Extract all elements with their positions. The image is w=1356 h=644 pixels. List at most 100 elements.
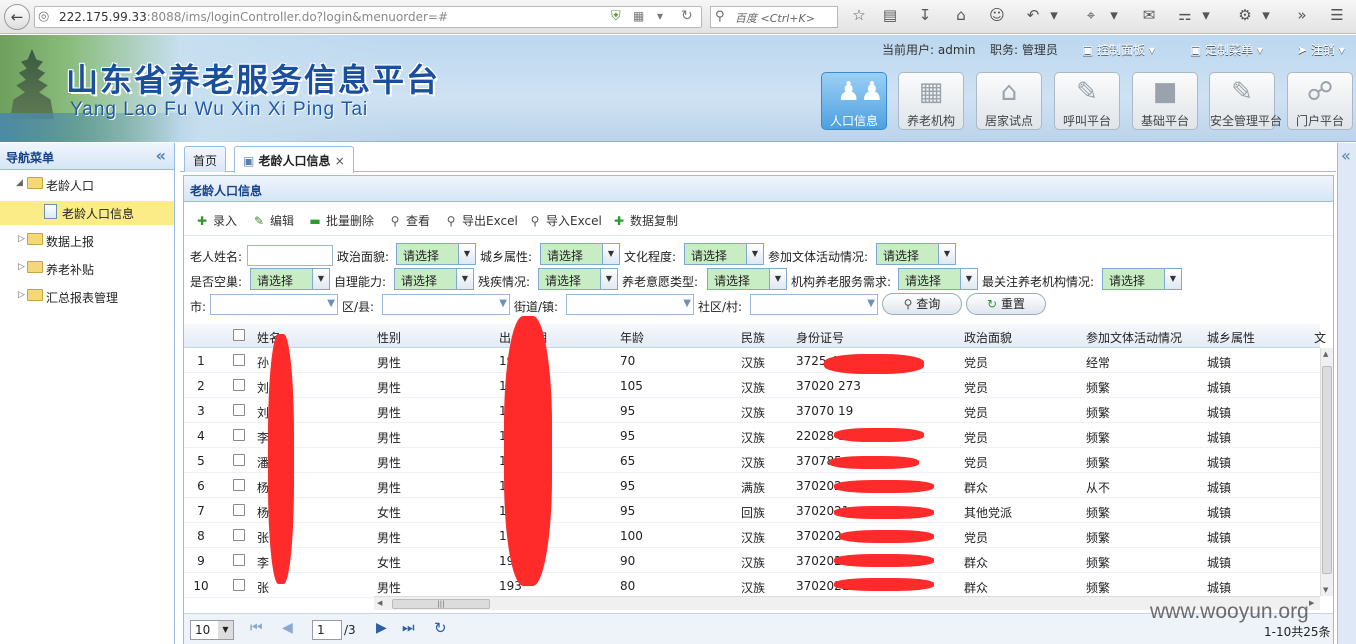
table-row[interactable]: 9李女性19290汉族370202群众频繁城镇 bbox=[184, 548, 1320, 573]
collapsed-arrow-icon[interactable]: ▷ bbox=[18, 262, 25, 272]
col-age[interactable]: 年龄 bbox=[620, 329, 644, 346]
name-input[interactable] bbox=[247, 245, 333, 266]
download-icon[interactable]: ↧ bbox=[915, 6, 935, 24]
care-type-select[interactable]: 请选择 ▼ bbox=[707, 268, 787, 290]
table-row[interactable]: 2刘男性19105汉族37020 273党员频繁城镇 bbox=[184, 373, 1320, 398]
chevron-down-icon[interactable]: ▾ bbox=[1256, 6, 1276, 24]
next-page-icon[interactable]: ▶ bbox=[376, 620, 387, 636]
star-icon[interactable]: ☆ bbox=[849, 6, 869, 24]
county-select[interactable]: ▼ bbox=[382, 294, 510, 315]
table-row[interactable]: 10 张男性 193 80 汉族 3702021 群众 频繁 城镇 bbox=[184, 573, 1320, 598]
table-row[interactable]: 4李男性1995汉族22028 5党员频繁城镇 bbox=[184, 423, 1320, 448]
political-select[interactable]: 请选择 ▼ bbox=[396, 243, 476, 265]
page-size-select[interactable]: 10 ▼ bbox=[190, 620, 234, 640]
custom-menu[interactable]: ▣ 定制菜单 ▾ bbox=[1190, 41, 1263, 58]
scroll-thumb[interactable] bbox=[1322, 366, 1332, 574]
row-checkbox[interactable] bbox=[233, 579, 245, 591]
chevron-down-icon[interactable]: ▾ bbox=[1196, 6, 1216, 24]
reload-icon[interactable]: ↻ bbox=[681, 8, 693, 24]
nav-item-subsidy[interactable]: ▷ 养老补贴 bbox=[0, 257, 174, 281]
selfcare-select[interactable]: 请选择 ▼ bbox=[394, 268, 474, 290]
street-select[interactable]: ▼ bbox=[566, 294, 694, 315]
tools-icon[interactable]: ⚙ bbox=[1235, 6, 1255, 24]
row-checkbox[interactable] bbox=[233, 529, 245, 541]
reset-button[interactable]: ↻ 重置 bbox=[966, 293, 1046, 315]
table-row[interactable]: 7杨女性1995回族3702021其他党派频繁城镇 bbox=[184, 498, 1320, 523]
row-checkbox[interactable] bbox=[233, 504, 245, 516]
urban-select[interactable]: 请选择 ▼ bbox=[540, 243, 620, 265]
table-row[interactable]: 1孙男性1970汉族3725 4936党员经常城镇 bbox=[184, 348, 1320, 373]
col-more[interactable]: 文 bbox=[1314, 329, 1326, 346]
culture-select[interactable]: 请选择 ▼ bbox=[876, 243, 956, 265]
smiley-icon[interactable]: ☺ bbox=[987, 6, 1007, 24]
table-row[interactable]: 3刘男性1995汉族37070 19党员频繁城镇 bbox=[184, 398, 1320, 423]
table-row[interactable]: 6杨男性1995满族370202群众从不城镇 bbox=[184, 473, 1320, 498]
community-select[interactable]: ▼ bbox=[750, 294, 878, 315]
row-checkbox[interactable] bbox=[233, 554, 245, 566]
browser-search-box[interactable]: ⚲ 百度 <Ctrl+K> bbox=[710, 6, 838, 28]
undo-icon[interactable]: ↶ bbox=[1023, 6, 1043, 24]
home-icon[interactable]: ⌂ bbox=[951, 6, 971, 24]
reader-icon[interactable]: ▤ bbox=[880, 6, 900, 24]
first-page-icon[interactable]: ⏮ bbox=[250, 620, 263, 636]
crop-icon[interactable]: ⌖ bbox=[1081, 6, 1101, 24]
city-select[interactable]: ▼ bbox=[210, 294, 338, 315]
collapse-right-icon[interactable]: « bbox=[1341, 146, 1351, 165]
collapse-left-icon[interactable]: « bbox=[156, 146, 166, 165]
row-checkbox[interactable] bbox=[233, 454, 245, 466]
module-people-info[interactable]: ♟♟ 人口信息 bbox=[821, 72, 887, 130]
chevron-down-icon[interactable]: ▾ bbox=[1104, 6, 1124, 24]
module-institutions[interactable]: ▦ 养老机构 bbox=[898, 72, 964, 130]
module-base-platform[interactable]: ■ 基础平台 bbox=[1132, 72, 1198, 130]
control-panel-menu[interactable]: ▣ 控制面板 ▾ bbox=[1082, 41, 1155, 58]
service-need-select[interactable]: 请选择 ▼ bbox=[898, 268, 978, 290]
scroll-left-icon[interactable]: ◀ bbox=[377, 599, 382, 607]
nav-item-summary-report[interactable]: ▷ 汇总报表管理 bbox=[0, 285, 174, 309]
add-button[interactable]: ✚ 录入 bbox=[194, 212, 237, 229]
module-portal[interactable]: ☍ 门户平台 bbox=[1287, 72, 1353, 130]
view-button[interactable]: ⚲ 查看 bbox=[387, 212, 430, 229]
module-call-platform[interactable]: ✎ 呼叫平台 bbox=[1054, 72, 1120, 130]
tab-elderly-info[interactable]: ▣ 老龄人口信息 × bbox=[234, 146, 354, 173]
page-input[interactable]: 1 bbox=[312, 620, 342, 640]
col-culture[interactable]: 参加文体活动情况 bbox=[1086, 329, 1182, 346]
nav-item-elderly-info[interactable]: 老龄人口信息 bbox=[0, 201, 174, 225]
col-urban[interactable]: 城乡属性 bbox=[1207, 329, 1255, 346]
expanded-arrow-icon[interactable]: ◢ bbox=[16, 178, 23, 188]
disability-select[interactable]: 请选择 ▼ bbox=[538, 268, 618, 290]
batch-delete-button[interactable]: ▬ 批量删除 bbox=[307, 212, 374, 229]
concern-select[interactable]: 请选择 ▼ bbox=[1102, 268, 1182, 290]
copy-data-button[interactable]: ✚ 数据复制 bbox=[611, 212, 678, 229]
query-button[interactable]: ⚲ 查询 bbox=[882, 293, 962, 315]
collapsed-arrow-icon[interactable]: ▷ bbox=[18, 290, 25, 300]
back-button[interactable]: ← bbox=[4, 4, 30, 30]
dropdown-arrow-icon[interactable]: ▾ bbox=[657, 9, 663, 23]
scroll-right-icon[interactable]: ▶ bbox=[1309, 599, 1314, 607]
shield-icon[interactable]: ⛨ bbox=[611, 9, 621, 24]
table-row[interactable]: 5潘男性1965汉族370785党员频繁城镇 bbox=[184, 448, 1320, 473]
scroll-down-icon[interactable]: ▼ bbox=[1323, 586, 1328, 594]
empty-nest-select[interactable]: 请选择 ▼ bbox=[250, 268, 330, 290]
prev-page-icon[interactable]: ◀ bbox=[282, 620, 293, 636]
row-checkbox[interactable] bbox=[233, 404, 245, 416]
col-gender[interactable]: 性别 bbox=[377, 329, 401, 346]
nav-item-data-report[interactable]: ▷ 数据上报 bbox=[0, 229, 174, 253]
table-row[interactable]: 8张男性19100汉族370202党员频繁城镇 bbox=[184, 523, 1320, 548]
collapsed-arrow-icon[interactable]: ▷ bbox=[18, 234, 25, 244]
logout-menu[interactable]: ➤ 注销 ▾ bbox=[1297, 41, 1345, 58]
close-icon[interactable]: × bbox=[335, 154, 345, 168]
row-checkbox[interactable] bbox=[233, 429, 245, 441]
scroll-up-icon[interactable]: ▲ bbox=[1323, 350, 1328, 358]
col-id[interactable]: 身份证号 bbox=[796, 329, 844, 346]
edit-button[interactable]: ✎ 编辑 bbox=[251, 212, 294, 229]
import-excel-button[interactable]: ⚲ 导入Excel bbox=[527, 212, 602, 229]
qrcode-icon[interactable]: ▦ bbox=[633, 9, 644, 23]
address-bar[interactable]: ◎ 222.175.99.33:8088/ims/loginController… bbox=[34, 6, 702, 28]
row-checkbox[interactable] bbox=[233, 379, 245, 391]
right-collapse-strip[interactable]: « bbox=[1337, 143, 1356, 644]
scroll-thumb[interactable]: ||| bbox=[392, 599, 490, 609]
row-checkbox[interactable] bbox=[233, 354, 245, 366]
chevron-down-icon[interactable]: ▾ bbox=[1044, 6, 1064, 24]
col-political[interactable]: 政治面貌 bbox=[964, 329, 1012, 346]
menu-icon[interactable]: ☰ bbox=[1327, 6, 1347, 24]
